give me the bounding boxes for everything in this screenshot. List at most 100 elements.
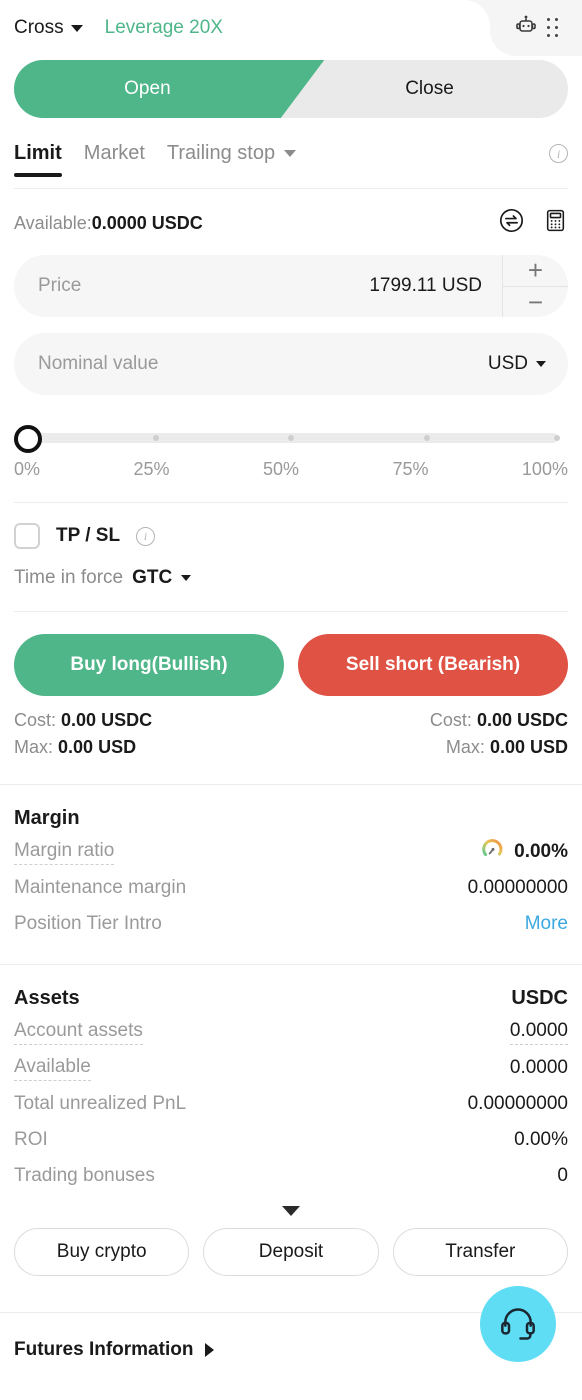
buy-crypto-button[interactable]: Buy crypto: [14, 1228, 190, 1276]
leverage-selector[interactable]: Leverage 20X: [105, 17, 223, 39]
top-bar-tools: [464, 0, 582, 56]
assets-title: Assets: [14, 987, 80, 1009]
account-assets-value: 0.0000: [509, 1020, 568, 1045]
available-assets-value: 0.0000: [509, 1057, 568, 1078]
order-type-tabs: Limit Market Trailing stop i: [14, 142, 568, 188]
roi-label: ROI: [14, 1129, 48, 1150]
assets-header: Assets USDC: [14, 965, 568, 1014]
position-tier-more-link[interactable]: More: [525, 913, 568, 935]
margin-mode-selector[interactable]: Cross: [14, 17, 83, 39]
sell-max-line: Max: 0.00 USD: [446, 737, 568, 758]
assets-expand-toggle[interactable]: [0, 1194, 582, 1220]
available-label: Available:: [14, 212, 92, 233]
time-in-force-value: GTC: [132, 567, 173, 588]
slider-label-0[interactable]: 0%: [14, 459, 40, 480]
slider-label-25[interactable]: 25%: [133, 459, 169, 480]
price-field[interactable]: Price 1799.11 USD + −: [14, 255, 568, 317]
time-in-force-row[interactable]: Time in force GTC: [14, 567, 568, 589]
price-decrement-button[interactable]: −: [503, 287, 568, 318]
slider-divider: [14, 502, 568, 503]
robot-icon[interactable]: [514, 14, 538, 43]
margin-ratio-label[interactable]: Margin ratio: [14, 840, 115, 865]
amount-slider[interactable]: [14, 423, 568, 453]
sell-cost-column: Cost: 0.00 USDC Max: 0.00 USD: [430, 710, 568, 758]
tab-trailing-stop-label: Trailing stop: [166, 142, 276, 164]
tab-trailing-stop[interactable]: Trailing stop: [166, 142, 297, 177]
info-icon: i: [549, 144, 568, 163]
headset-icon: [498, 1302, 538, 1347]
slider-tick-75: [423, 435, 430, 441]
account-assets-label[interactable]: Account assets: [14, 1020, 143, 1045]
tab-limit[interactable]: Limit: [14, 142, 62, 177]
chevron-down-icon: [282, 1206, 300, 1216]
price-increment-button[interactable]: +: [503, 255, 568, 287]
assets-currency: USDC: [511, 987, 568, 1009]
support-chat-button[interactable]: [480, 1286, 556, 1362]
order-tabs-divider: [14, 188, 568, 189]
price-value: 1799.11 USD: [369, 275, 482, 296]
chevron-right-icon: [205, 1343, 215, 1357]
tab-open[interactable]: Open: [14, 60, 325, 118]
maintenance-margin-label: Maintenance margin: [14, 877, 187, 898]
slider-handle[interactable]: [14, 425, 42, 453]
slider-label-100[interactable]: 100%: [522, 459, 568, 480]
top-bar-left: Cross Leverage 20X: [14, 17, 223, 39]
roi-value: 0.00%: [514, 1129, 568, 1150]
margin-header: Margin: [14, 785, 568, 834]
deposit-button[interactable]: Deposit: [203, 1228, 379, 1276]
chevron-down-icon: [181, 575, 192, 581]
unrealized-pnl-row: Total unrealized PnL 0.00000000: [14, 1086, 568, 1122]
trading-bonuses-label: Trading bonuses: [14, 1165, 155, 1186]
order-type-info[interactable]: i: [549, 142, 568, 163]
position-direction-tabs: Close Open: [14, 60, 568, 118]
tab-market[interactable]: Market: [84, 142, 145, 177]
swap-icon[interactable]: [498, 207, 525, 239]
tif-divider: [14, 611, 568, 612]
position-tier-label: Position Tier Intro: [14, 913, 162, 934]
roi-row: ROI 0.00%: [14, 1122, 568, 1158]
top-bar: Cross Leverage 20X: [0, 0, 582, 56]
available-assets-label[interactable]: Available: [14, 1056, 91, 1081]
trading-bonuses-row: Trading bonuses 0: [14, 1158, 568, 1194]
available-assets-row: Available 0.0000: [14, 1050, 568, 1086]
sell-cost-line: Cost: 0.00 USDC: [430, 710, 568, 731]
available-balance-row: Available: 0.0000 USDC: [14, 207, 568, 239]
chevron-down-icon: [70, 24, 83, 32]
buy-long-button[interactable]: Buy long(Bullish): [14, 634, 284, 696]
margin-mode-label: Cross: [14, 17, 64, 38]
sell-max-label: Max:: [445, 737, 485, 757]
price-placeholder: Price: [38, 275, 82, 296]
slider-tick-25: [152, 435, 159, 441]
nominal-value-field[interactable]: Nominal value USD: [14, 333, 568, 395]
tab-open-label: Open: [124, 78, 171, 99]
calculator-icon[interactable]: [543, 208, 568, 238]
tab-close-label: Close: [405, 78, 454, 99]
buy-max-label: Max:: [14, 737, 54, 757]
nominal-unit-selector[interactable]: USD: [488, 353, 568, 375]
futures-information-label: Futures Information: [14, 1339, 194, 1360]
slider-label-50[interactable]: 50%: [263, 459, 299, 480]
cost-summary: Cost: 0.00 USDC Max: 0.00 USD Cost: 0.00…: [14, 710, 568, 758]
sell-max-value: 0.00 USD: [489, 737, 568, 757]
tpsl-row: TP / SL i: [14, 523, 568, 549]
nominal-unit-label: USD: [487, 353, 528, 374]
margin-ratio-value-group: 0.00%: [481, 837, 568, 867]
sell-short-button[interactable]: Sell short (Bearish): [298, 634, 568, 696]
tpsl-checkbox[interactable]: [14, 523, 40, 549]
sell-cost-label: Cost:: [429, 710, 472, 730]
dots-grid-icon[interactable]: [546, 18, 559, 38]
price-stepper: + −: [502, 255, 568, 317]
account-assets-row: Account assets 0.0000: [14, 1014, 568, 1050]
gauge-icon: [481, 837, 505, 867]
wallet-action-buttons: Buy crypto Deposit Transfer: [14, 1228, 568, 1276]
slider-tick-labels: 0% 25% 50% 75% 100%: [14, 459, 568, 480]
nominal-value-placeholder: Nominal value: [38, 353, 159, 374]
trading-bonuses-value: 0: [557, 1165, 568, 1186]
maintenance-margin-value: 0.00000000: [467, 877, 568, 898]
info-icon[interactable]: i: [136, 526, 156, 546]
transfer-button[interactable]: Transfer: [392, 1228, 568, 1276]
tab-market-label: Market: [83, 142, 145, 164]
slider-label-75[interactable]: 75%: [392, 459, 428, 480]
unrealized-pnl-value: 0.00000000: [467, 1093, 568, 1114]
